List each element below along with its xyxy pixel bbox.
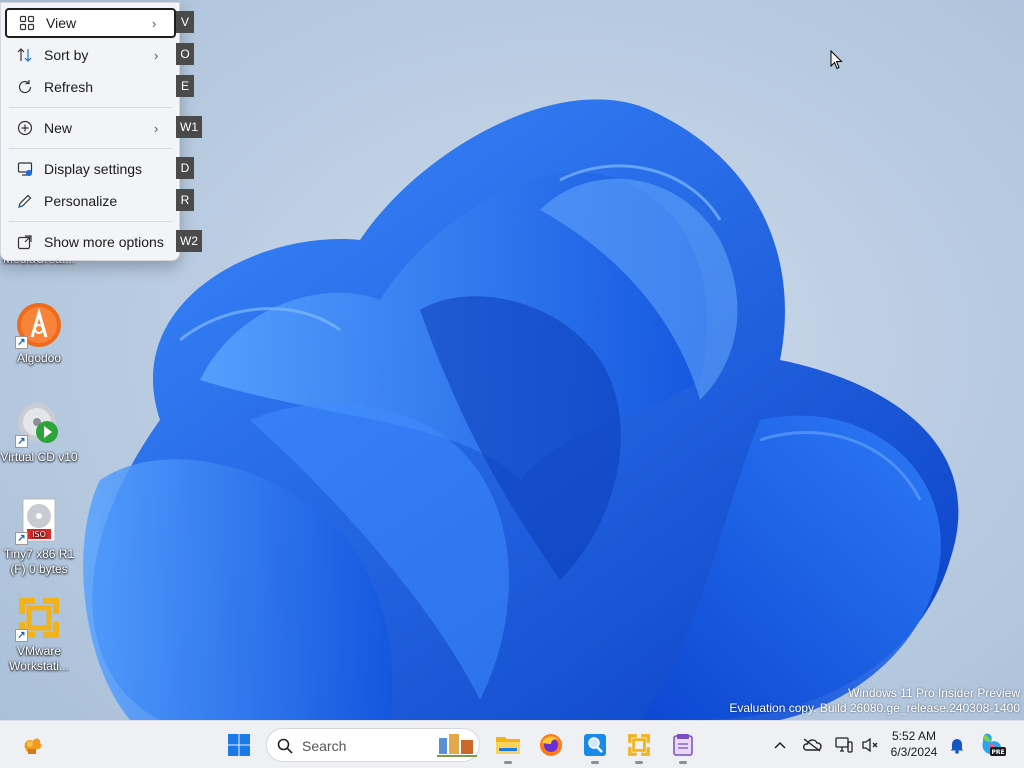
taskbar-magnifier-app[interactable]: [575, 725, 615, 765]
menu-item-label: View: [46, 15, 77, 31]
copilot-pre-icon: PRE: [982, 733, 1006, 756]
menu-separator: [9, 221, 172, 222]
firefox-icon: [540, 734, 562, 756]
shortcut-arrow-icon: ↗: [15, 532, 28, 545]
tray-network[interactable]: [833, 733, 855, 757]
menu-item-label: Display settings: [44, 161, 143, 177]
sort-arrows-icon: [13, 47, 37, 63]
search-highlight-icon: [437, 734, 477, 757]
running-indicator: [504, 761, 512, 764]
algodoo-icon: ↗: [15, 301, 63, 349]
shortcut-arrow-icon: ↗: [15, 629, 28, 642]
pen-icon: [13, 193, 37, 209]
start-button[interactable]: [219, 725, 259, 765]
search-label: Search: [302, 738, 347, 754]
clock-date: 6/3/2024: [890, 745, 938, 759]
display-settings-icon: [13, 161, 37, 177]
virtual-cd-icon: ↗: [15, 400, 63, 448]
menu-separator: [9, 107, 172, 108]
mouse-cursor-icon: [830, 50, 843, 70]
copilot-button[interactable]: PRE: [978, 729, 1008, 759]
desktop-context-menu: View › Sort by › Refresh New › Display s…: [0, 2, 180, 261]
accel-badge-show-more-options: W2: [176, 230, 202, 252]
desktop-icon-virtual-cd[interactable]: ↗ Virtual CD v10: [0, 400, 78, 465]
menu-item-personalize[interactable]: Personalize: [5, 186, 176, 216]
taskbar-notepad[interactable]: [663, 725, 703, 765]
chevron-right-icon: ›: [152, 15, 157, 31]
desktop-icon-vmware[interactable]: ↗ VMware Workstati...: [0, 594, 78, 674]
menu-item-label: Personalize: [44, 193, 118, 209]
chevron-up-icon: [774, 741, 786, 749]
accel-badge-view: V: [176, 11, 194, 33]
notification-bell-icon: [950, 739, 964, 754]
taskbar-firefox[interactable]: [531, 725, 571, 765]
accel-badge-display-settings: D: [176, 157, 194, 179]
taskbar-search[interactable]: Search: [266, 728, 480, 762]
menu-item-label: New: [44, 120, 73, 136]
menu-item-new[interactable]: New ›: [5, 113, 176, 143]
widgets-button[interactable]: [12, 725, 52, 765]
chevron-right-icon: ›: [154, 47, 159, 63]
menu-item-view[interactable]: View ›: [5, 8, 176, 38]
notification-button[interactable]: [946, 733, 968, 757]
plus-circle-icon: [13, 120, 37, 136]
desktop-icon-label: Algodoo: [16, 351, 62, 365]
volume-icon: [862, 737, 878, 753]
running-indicator: [591, 761, 599, 764]
taskbar-vmware[interactable]: [619, 725, 659, 765]
accel-badge-new: W1: [176, 116, 202, 138]
taskbar-clock[interactable]: 5:52 AM 6/3/2024: [883, 728, 945, 760]
refresh-icon: [13, 79, 37, 95]
watermark-line2: Evaluation copy. Build 26080.ge_release.…: [729, 701, 1020, 715]
menu-item-sort-by[interactable]: Sort by ›: [5, 40, 176, 70]
file-explorer-icon: [496, 737, 520, 754]
svg-text:ISO: ISO: [32, 530, 46, 539]
menu-item-display-settings[interactable]: Display settings: [5, 154, 176, 184]
grid-view-icon: [15, 15, 39, 31]
shortcut-arrow-icon: ↗: [15, 336, 28, 349]
iso-disc-icon: ISO ↗: [15, 497, 63, 545]
onedrive-icon: [802, 738, 822, 752]
running-indicator: [635, 761, 643, 764]
desktop-icon-label: VMware Workstati...: [9, 644, 69, 673]
widgets-icon: [24, 738, 42, 754]
desktop-icon-algodoo[interactable]: ↗ Algodoo: [0, 301, 78, 366]
network-icon: [835, 737, 853, 753]
accel-badge-sort-by: O: [176, 43, 194, 65]
desktop-icon-label: Virtual CD v10: [0, 450, 78, 464]
taskbar-file-explorer[interactable]: [488, 725, 528, 765]
vmware-taskbar-icon: [628, 734, 650, 756]
tray-onedrive[interactable]: [800, 733, 824, 757]
svg-text:PRE: PRE: [991, 749, 1004, 756]
search-icon: [277, 738, 293, 754]
menu-separator: [9, 148, 172, 149]
taskbar: Search 5:52 AM 6/3/2024 PRE: [0, 720, 1024, 768]
menu-item-label: Sort by: [44, 47, 89, 63]
accel-badge-personalize: R: [176, 189, 194, 211]
shortcut-arrow-icon: ↗: [15, 435, 28, 448]
share-box-icon: [13, 234, 37, 250]
magnifier-app-icon: [584, 734, 606, 756]
menu-item-refresh[interactable]: Refresh: [5, 72, 176, 102]
accel-badge-refresh: E: [176, 75, 194, 97]
menu-item-label: Show more options: [44, 234, 164, 250]
menu-item-label: Refresh: [44, 79, 94, 95]
notepad-icon: [673, 734, 693, 756]
vmware-icon: ↗: [15, 594, 63, 642]
start-icon: [228, 734, 250, 756]
tray-overflow-button[interactable]: [772, 733, 788, 757]
desktop-icon-tiny7-iso[interactable]: ISO ↗ Tiny7 x86 R1 (F) 0 bytes: [0, 497, 78, 577]
running-indicator: [679, 761, 687, 764]
clock-time: 5:52 AM: [891, 729, 937, 743]
tray-volume[interactable]: [859, 733, 881, 757]
watermark-line1: Windows 11 Pro Insider Preview: [848, 686, 1020, 700]
chevron-right-icon: ›: [154, 120, 159, 136]
desktop-icon-label: Tiny7 x86 R1 (F) 0 bytes: [3, 547, 75, 576]
menu-item-show-more-options[interactable]: Show more options: [5, 227, 176, 257]
